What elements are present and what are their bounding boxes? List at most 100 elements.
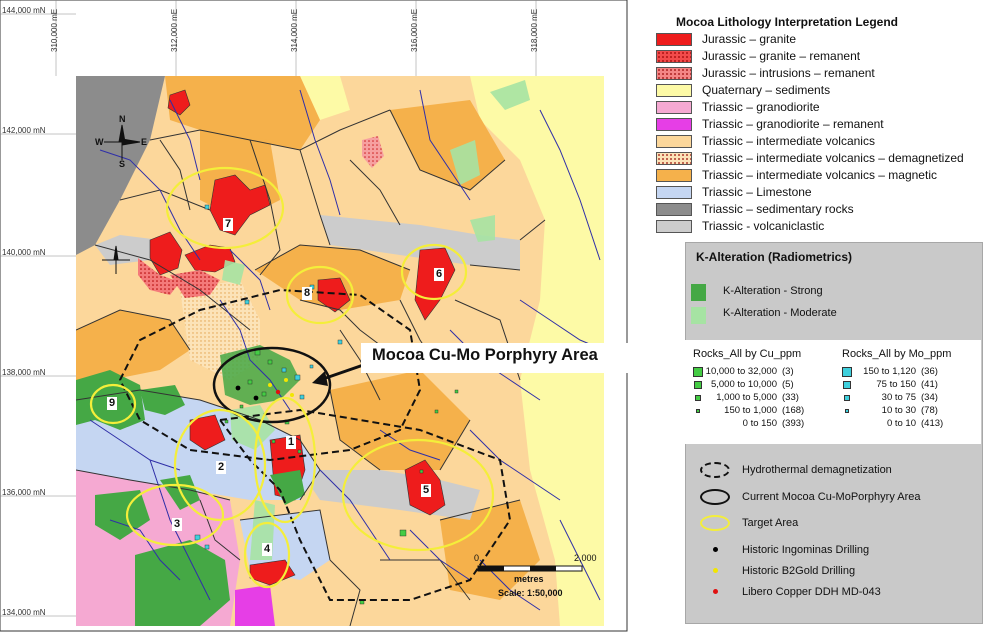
sample-count: (78) xyxy=(921,405,938,416)
symbol-label: Current Mocoa Cu-MoPorphyry Area xyxy=(742,491,921,503)
sample-range: 0 to 10 xyxy=(886,418,916,429)
legend-swatch xyxy=(656,84,692,97)
sample-size-symbol xyxy=(696,409,700,413)
sample-size-symbol xyxy=(842,367,852,377)
sample-count: (36) xyxy=(921,366,938,377)
sample-size-symbol xyxy=(844,395,850,401)
scale-unit: metres xyxy=(514,574,544,584)
scale-bar xyxy=(477,565,583,572)
sample-size-symbol xyxy=(693,367,703,377)
lithology-legend-title: Mocoa Lithology Interpretation Legend xyxy=(676,15,898,29)
drill-dot-icon xyxy=(713,589,718,594)
sample-size-symbol xyxy=(695,395,701,401)
legend-label: Triassic – granodiorite – remanent xyxy=(702,117,884,131)
scale-zero: 0 xyxy=(474,553,480,563)
rocks-mo-title: Rocks_All by Mo_ppm xyxy=(842,348,952,360)
coord-left-136000: 136,000 mN xyxy=(2,488,46,497)
sample-count: (393) xyxy=(782,418,805,429)
coord-left-144000: 144,000 mN xyxy=(2,6,46,15)
legend-label: Triassic – intermediate volcanics – magn… xyxy=(702,168,937,182)
legend-swatch xyxy=(656,152,692,165)
coord-left-142000: 142,000 mN xyxy=(2,126,46,135)
compass-n: N xyxy=(119,114,126,124)
legend-label: Jurassic – intrusions – remanent xyxy=(702,66,875,80)
target-label-6: 6 xyxy=(434,268,445,281)
sample-range: 150 to 1,120 xyxy=(863,366,916,377)
compass-s: S xyxy=(119,159,126,169)
sample-range: 10,000 to 32,000 xyxy=(705,366,777,377)
legend-swatch xyxy=(656,169,692,182)
black-ellipse-icon xyxy=(700,489,730,505)
drill-dot-icon xyxy=(713,547,718,552)
coord-top-316000: 316,000 mE xyxy=(410,8,419,52)
symbol-label: Hydrothermal demagnetization xyxy=(742,464,892,476)
symbol-label: Historic Ingominas Drilling xyxy=(742,544,870,556)
sample-count: (3) xyxy=(782,366,794,377)
lithology-map xyxy=(0,0,628,632)
scale-ratio: Scale: 1:50,000 xyxy=(498,588,563,598)
legend-label: Jurassic – granite – remanent xyxy=(702,49,861,63)
sample-range: 1,000 to 5,000 xyxy=(716,392,777,403)
sample-count: (5) xyxy=(782,379,794,390)
k-alteration-title: K-Alteration (Radiometrics) xyxy=(696,250,853,264)
legend-swatch xyxy=(656,118,692,131)
compass-w: W xyxy=(95,137,104,147)
legend-label: Triassic - volcaniclastic xyxy=(702,219,825,233)
target-label-8: 8 xyxy=(302,287,313,300)
legend-swatch xyxy=(656,186,692,199)
sample-count: (413) xyxy=(921,418,944,429)
target-label-7: 7 xyxy=(223,218,234,231)
target-label-1: 1 xyxy=(286,436,297,449)
yellow-ellipse-icon xyxy=(700,515,730,531)
scale-max: 2,000 xyxy=(574,553,597,563)
legend-swatch xyxy=(656,203,692,216)
coord-top-312000: 312,000 mE xyxy=(170,8,179,52)
k-moderate-swatch xyxy=(691,307,706,324)
sample-size-symbol xyxy=(845,409,849,413)
sample-count: (33) xyxy=(782,392,799,403)
legend-swatch xyxy=(656,33,692,46)
sample-size-symbol xyxy=(694,381,702,389)
symbol-label: Historic B2Gold Drilling xyxy=(742,565,856,577)
legend-swatch xyxy=(656,50,692,63)
symbol-label: Target Area xyxy=(742,517,799,529)
unit-granodiorite-remanent xyxy=(235,585,275,626)
target-label-5: 5 xyxy=(421,484,432,497)
sample-count: (168) xyxy=(782,405,805,416)
legend-label: Triassic – intermediate volcanics – dema… xyxy=(702,151,964,165)
sample-range: 0 to 150 xyxy=(742,418,777,429)
legend-label: Quaternary – sediments xyxy=(702,83,831,97)
k-moderate-label: K-Alteration - Moderate xyxy=(723,307,837,319)
legend-swatch xyxy=(656,220,692,233)
legend-label: Jurassic – granite xyxy=(702,32,797,46)
sample-range: 75 to 150 xyxy=(876,379,916,390)
sample-count: (41) xyxy=(921,379,938,390)
coord-left-134000: 134,000 mN xyxy=(2,608,46,617)
k-strong-swatch xyxy=(691,284,706,301)
legend-swatch xyxy=(656,101,692,114)
sample-range: 10 to 30 xyxy=(881,405,916,416)
sample-range: 5,000 to 10,000 xyxy=(710,379,777,390)
sample-count: (34) xyxy=(921,392,938,403)
drill-dot-icon xyxy=(713,568,718,573)
dashed-ellipse-icon xyxy=(700,462,730,478)
rocks-cu-title: Rocks_All by Cu_ppm xyxy=(693,348,802,360)
coord-left-140000: 140,000 mN xyxy=(2,248,46,257)
target-label-4: 4 xyxy=(262,543,273,556)
sample-range: 150 to 1,000 xyxy=(724,405,777,416)
sample-size-symbol xyxy=(843,381,851,389)
coord-top-314000: 314,000 mE xyxy=(290,8,299,52)
legend-label: Triassic – intermediate volcanics xyxy=(702,134,875,148)
target-label-9: 9 xyxy=(107,397,118,410)
compass-e: E xyxy=(141,137,148,147)
legend-swatch xyxy=(656,135,692,148)
map-panel: 310,000 mE 312,000 mE 314,000 mE 316,000… xyxy=(0,0,628,632)
callout-text: Mocoa Cu-Mo Porphyry Area xyxy=(372,346,598,364)
k-strong-label: K-Alteration - Strong xyxy=(723,285,823,297)
coord-top-310000: 310,000 mE xyxy=(50,8,59,52)
legend-label: Triassic – sedimentary rocks xyxy=(702,202,854,216)
target-label-2: 2 xyxy=(216,461,227,474)
target-label-3: 3 xyxy=(172,518,183,531)
legend-swatch xyxy=(656,67,692,80)
coord-top-318000: 318,000 mE xyxy=(530,8,539,52)
